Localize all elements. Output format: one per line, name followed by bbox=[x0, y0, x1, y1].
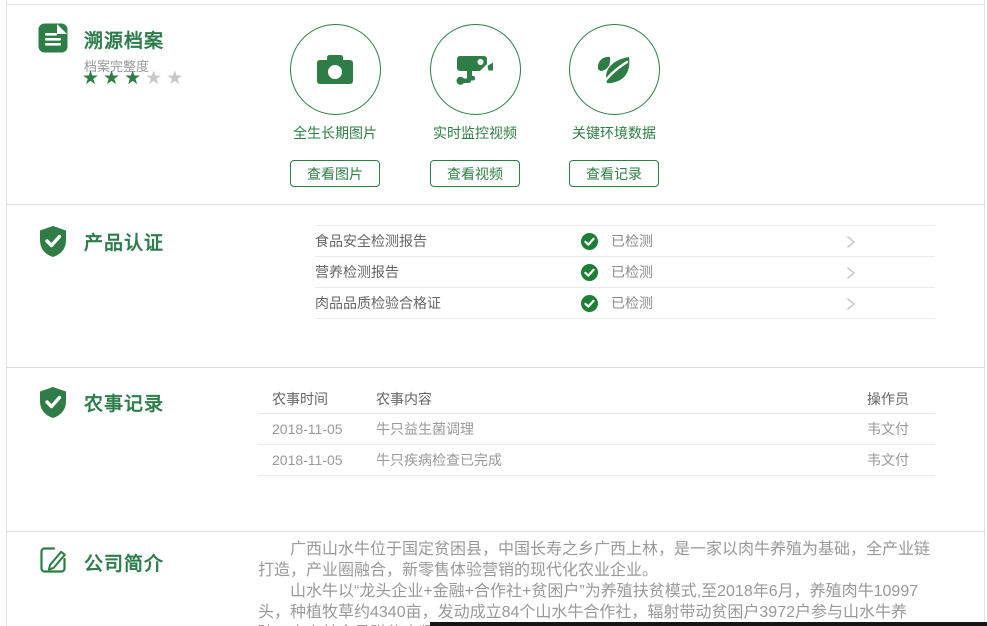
star-icon: ★ bbox=[145, 68, 166, 89]
column-header-time: 农事时间 bbox=[272, 389, 376, 409]
star-icon: ★ bbox=[124, 68, 145, 89]
certification-shield-icon bbox=[38, 225, 68, 257]
camera-icon bbox=[314, 53, 356, 87]
panel-border-right bbox=[984, 0, 985, 626]
cert-item-label: 肉品品质检验合格证 bbox=[315, 293, 441, 313]
cert-item-status: 已检测 bbox=[581, 231, 653, 251]
cctv-icon bbox=[455, 52, 495, 88]
star-icon: ★ bbox=[103, 68, 124, 89]
column-header-content: 农事内容 bbox=[376, 389, 867, 409]
view-records-button[interactable]: 查看记录 bbox=[569, 160, 659, 187]
chevron-right-icon bbox=[845, 235, 857, 249]
growth-photos-circle[interactable] bbox=[290, 24, 381, 115]
cert-item-food-safety[interactable]: 食品安全检测报告 已检测 bbox=[315, 226, 935, 257]
farming-records-table: 农事时间 农事内容 操作员 2018-11-05 牛只益生菌调理 韦文付 201… bbox=[258, 385, 935, 476]
farm-time: 2018-11-05 bbox=[272, 452, 376, 468]
cert-item-status: 已检测 bbox=[581, 293, 653, 313]
farming-section-title: 农事记录 bbox=[84, 389, 164, 416]
table-row: 2018-11-05 牛只益生菌调理 韦文付 bbox=[258, 414, 935, 445]
farm-content: 牛只益生菌调理 bbox=[376, 419, 867, 439]
view-photos-button[interactable]: 查看图片 bbox=[290, 160, 380, 187]
status-text: 已检测 bbox=[611, 262, 653, 282]
table-row: 2018-11-05 牛只疾病检查已完成 韦文付 bbox=[258, 445, 935, 476]
column-header-operator: 操作员 bbox=[867, 389, 935, 409]
star-icon: ★ bbox=[82, 68, 103, 89]
check-circle-icon bbox=[581, 264, 598, 281]
farming-shield-icon bbox=[38, 386, 68, 418]
view-video-button[interactable]: 查看视频 bbox=[430, 160, 520, 187]
section-divider bbox=[6, 204, 985, 205]
live-video-label: 实时监控视频 bbox=[433, 123, 517, 143]
company-profile-text: 广西山水牛位于国定贫困县，中国长寿之乡广西上林，是一家以肉牛养殖为基础，全产业链… bbox=[258, 539, 938, 626]
panel-border-top bbox=[6, 4, 985, 5]
growth-photos-label: 全生长期图片 bbox=[293, 123, 377, 143]
archive-section-title: 溯源档案 bbox=[84, 26, 164, 53]
chevron-right-icon bbox=[845, 297, 857, 311]
environment-data-circle[interactable] bbox=[569, 24, 660, 115]
feature-environment-data: 关键环境数据 查看记录 bbox=[544, 24, 684, 187]
bottom-dark-bar bbox=[430, 622, 987, 626]
check-circle-icon bbox=[581, 233, 598, 250]
panel-border-left bbox=[6, 0, 7, 626]
farm-operator: 韦文付 bbox=[867, 450, 935, 470]
feature-live-video: 实时监控视频 查看视频 bbox=[405, 24, 545, 187]
farm-content: 牛只疾病检查已完成 bbox=[376, 450, 867, 470]
star-icon: ★ bbox=[166, 68, 187, 89]
company-section-title: 公司简介 bbox=[84, 549, 164, 576]
farm-operator: 韦文付 bbox=[867, 419, 935, 439]
section-divider bbox=[6, 367, 985, 368]
cert-item-status: 已检测 bbox=[581, 262, 653, 282]
leaf-icon bbox=[595, 53, 633, 87]
section-divider bbox=[6, 531, 985, 532]
farming-table-header: 农事时间 农事内容 操作员 bbox=[258, 385, 935, 414]
certification-section-title: 产品认证 bbox=[84, 228, 164, 255]
cert-item-label: 营养检测报告 bbox=[315, 262, 399, 282]
environment-data-label: 关键环境数据 bbox=[572, 123, 656, 143]
status-text: 已检测 bbox=[611, 293, 653, 313]
check-circle-icon bbox=[581, 295, 598, 312]
cert-item-label: 食品安全检测报告 bbox=[315, 231, 427, 251]
cert-item-nutrition[interactable]: 营养检测报告 已检测 bbox=[315, 257, 935, 288]
certification-list: 食品安全检测报告 已检测 营养检测报告 已检测 肉品品质检验合格证 bbox=[315, 225, 935, 319]
farm-time: 2018-11-05 bbox=[272, 421, 376, 437]
archive-document-icon bbox=[38, 23, 68, 55]
company-paragraph: 广西山水牛位于国定贫困县，中国长寿之乡广西上林，是一家以肉牛养殖为基础，全产业链… bbox=[258, 539, 938, 581]
live-video-circle[interactable] bbox=[430, 24, 521, 115]
chevron-right-icon bbox=[845, 266, 857, 280]
archive-rating: ★★★★★ bbox=[82, 67, 187, 90]
company-paragraph: 山水牛以“龙头企业+金融+合作社+贫困户”为养殖扶贫模式,至2018年6月，养殖… bbox=[258, 581, 938, 626]
cert-item-meat-quality[interactable]: 肉品品质检验合格证 已检测 bbox=[315, 288, 935, 319]
status-text: 已检测 bbox=[611, 231, 653, 251]
feature-growth-photos: 全生长期图片 查看图片 bbox=[265, 24, 405, 187]
company-edit-icon bbox=[38, 545, 68, 577]
